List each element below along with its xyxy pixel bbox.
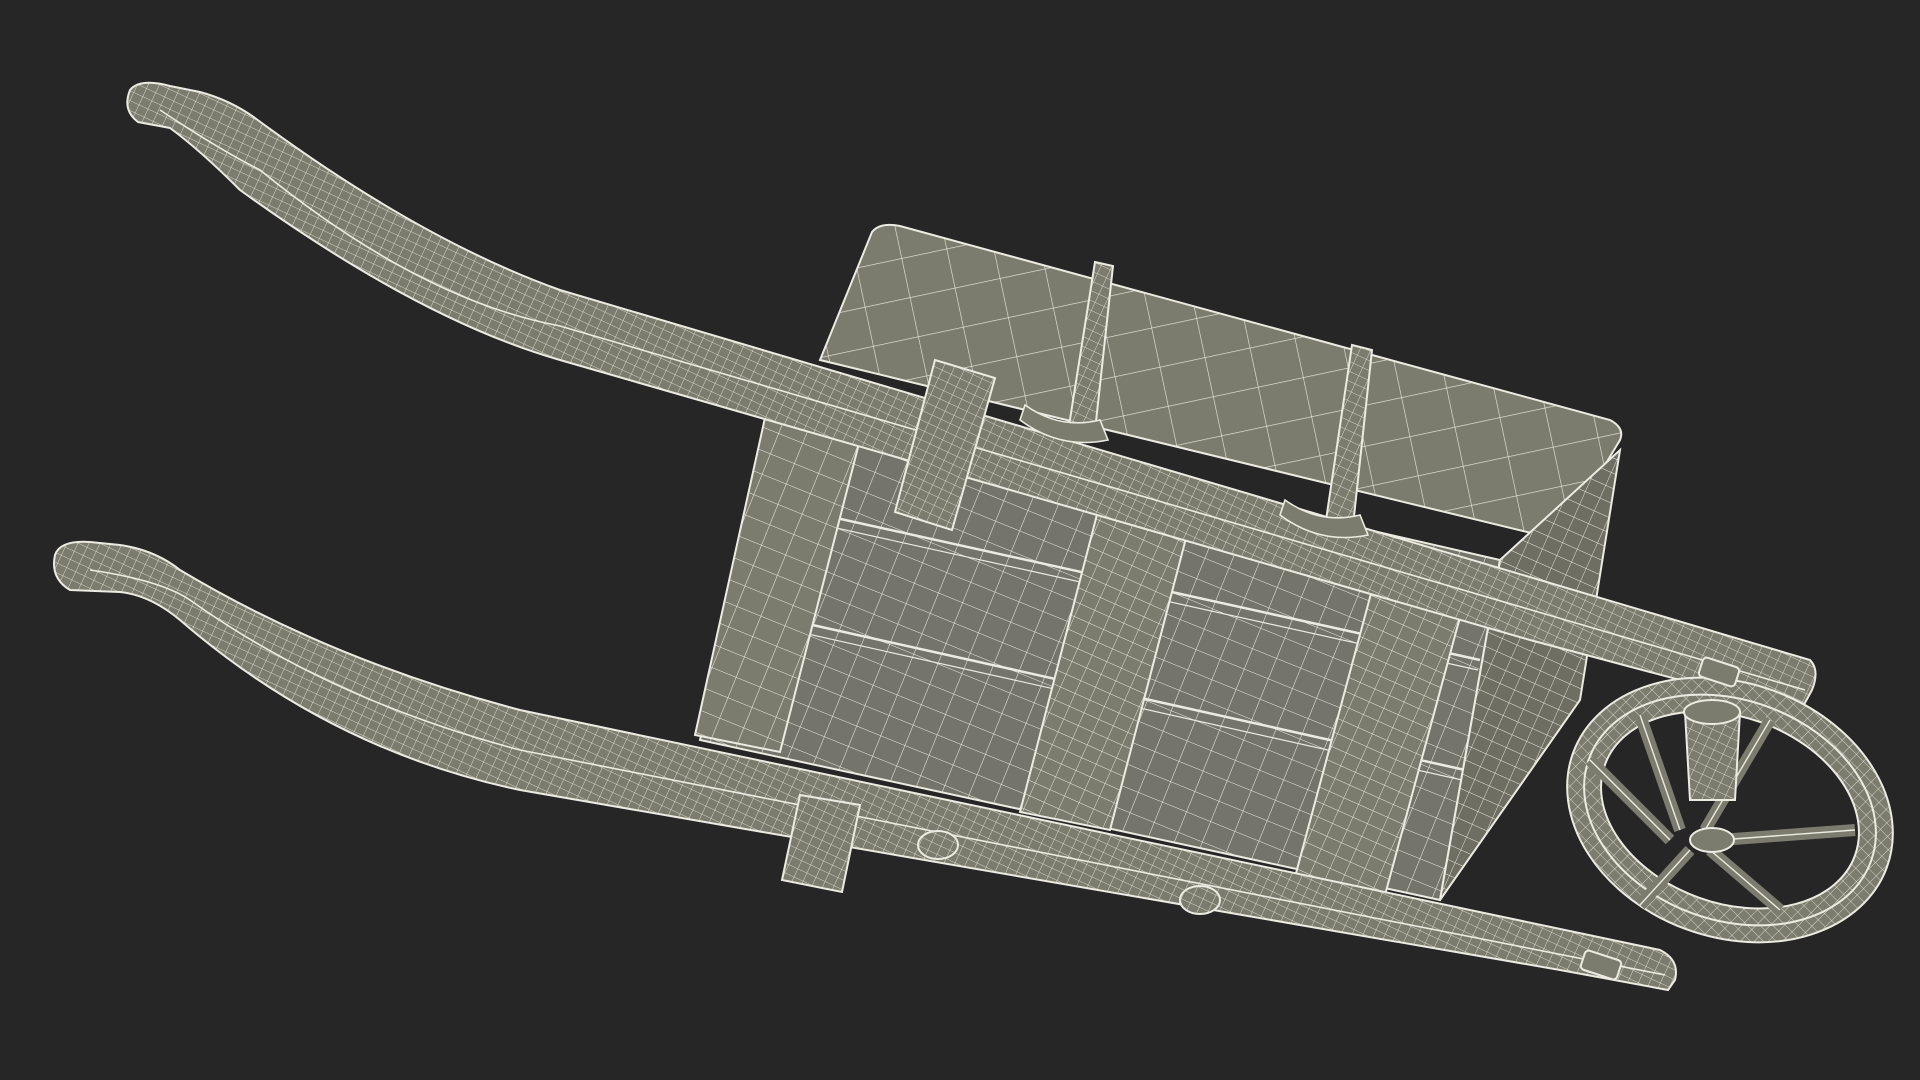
wheelbarrow-render (53, 81, 1894, 992)
wheel (1566, 676, 1894, 944)
render-viewport (0, 0, 1920, 1080)
frame-bolt-1 (917, 830, 959, 860)
frame-bolt-2 (1179, 885, 1221, 915)
wheel-hub (1683, 699, 1742, 853)
